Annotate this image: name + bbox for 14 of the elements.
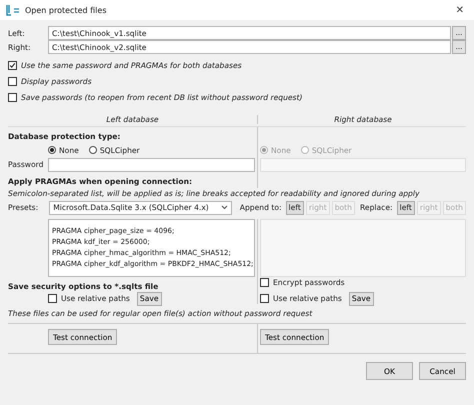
password-field[interactable]	[48, 158, 255, 172]
chevron-down-icon	[220, 205, 228, 210]
checkbox[interactable]	[260, 294, 269, 303]
checkbox[interactable]	[8, 77, 17, 86]
checkbox[interactable]	[8, 61, 17, 70]
radio-button[interactable]	[88, 146, 97, 154]
window-title: Open protected files	[25, 6, 108, 14]
checkbox[interactable]	[8, 93, 17, 102]
checkbox[interactable]	[48, 294, 57, 303]
checkbox[interactable]	[260, 278, 269, 287]
close-button[interactable]: ✕	[456, 4, 464, 16]
pragma-text-field[interactable]	[260, 219, 466, 277]
radio-button[interactable]	[48, 146, 56, 154]
app-icon	[6, 4, 20, 16]
